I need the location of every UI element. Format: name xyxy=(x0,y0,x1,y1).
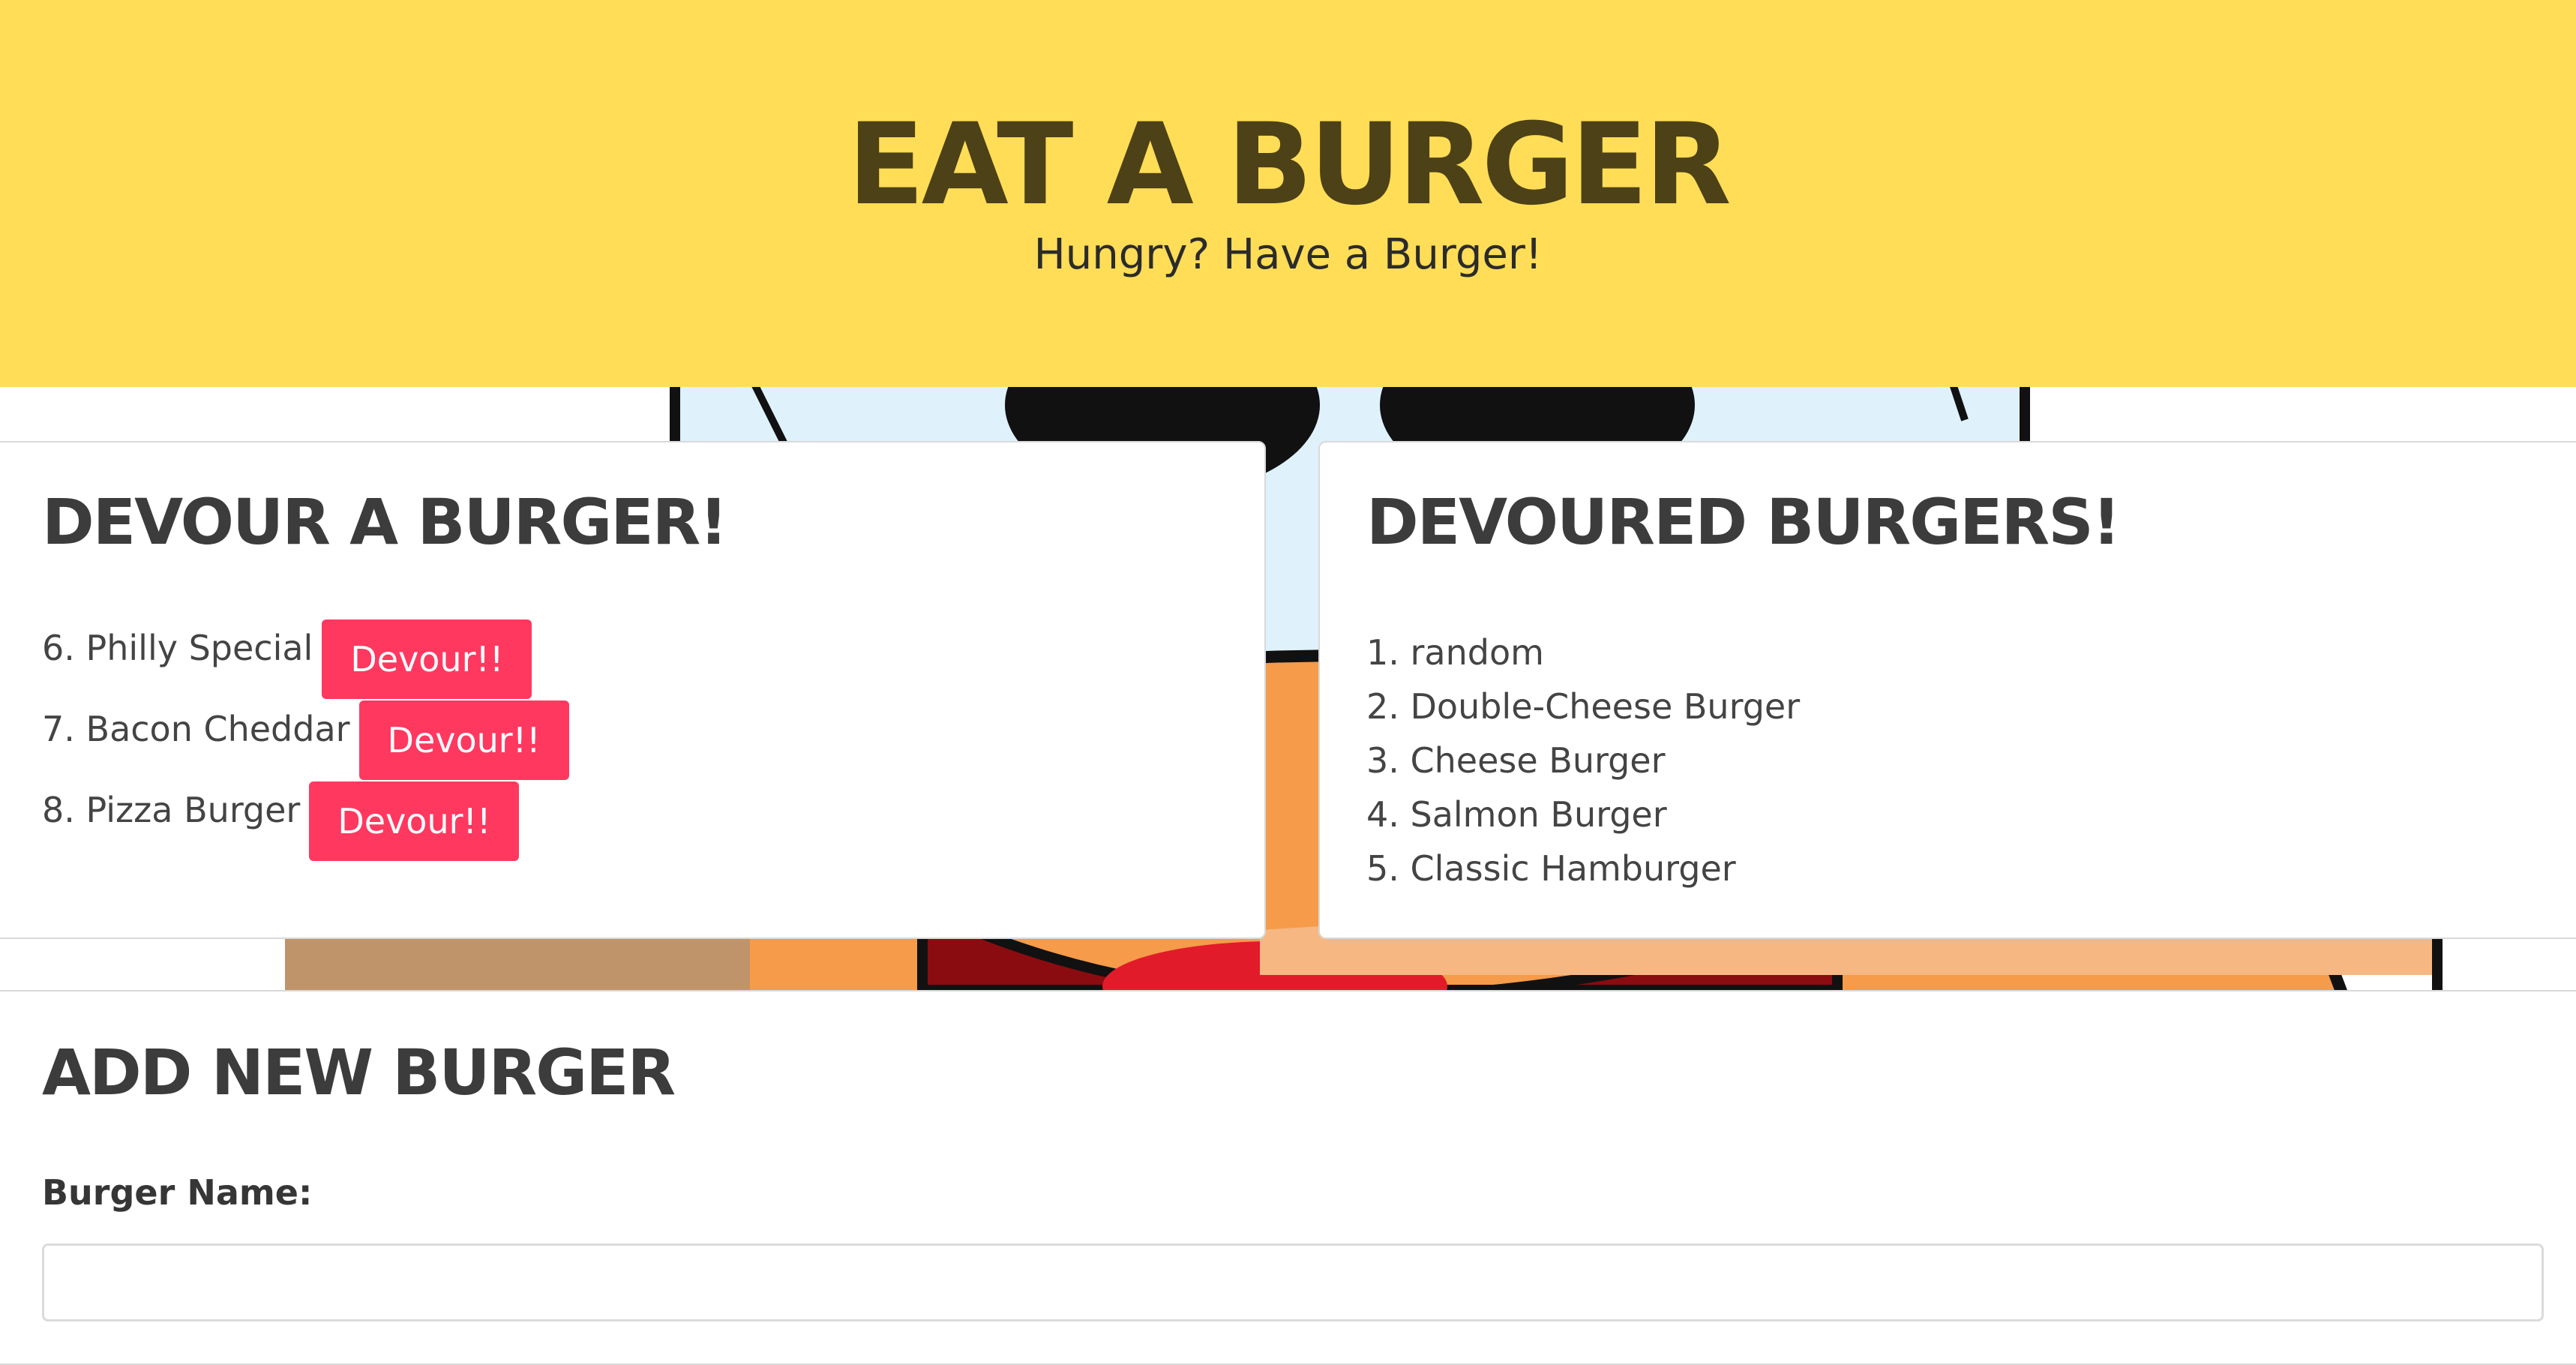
page-subtitle: Hungry? Have a Burger! xyxy=(1033,230,1543,279)
burger-name: 6. Philly Special xyxy=(42,628,313,668)
devoured-list-item: 2. Double-Cheese Burger xyxy=(1366,686,1801,727)
devour-list-item: 6. Philly Special Devour!! xyxy=(42,620,569,700)
devoured-list-item: 5. Classic Hamburger xyxy=(1366,848,1736,889)
burger-name: 8. Pizza Burger xyxy=(42,790,301,830)
devoured-card: DEVOURED BURGERS! 1. random 2. Double-Ch… xyxy=(1318,441,2576,939)
devour-list-item: 7. Bacon Cheddar Devour!! xyxy=(42,700,569,782)
devoured-list-item: 4. Salmon Burger xyxy=(1366,794,1667,835)
page-title: EAT A BURGER xyxy=(847,100,1732,230)
devour-card-title: DEVOUR A BURGER! xyxy=(42,485,728,559)
devour-card: DEVOUR A BURGER! 6. Philly Special Devou… xyxy=(0,441,1266,939)
devoured-list-item: 1. random xyxy=(1366,632,1544,673)
burger-name-label: Burger Name: xyxy=(42,1172,313,1213)
add-burger-card: ADD NEW BURGER Burger Name: xyxy=(0,990,2576,1365)
devour-button[interactable]: Devour!! xyxy=(309,782,520,861)
devour-button[interactable]: Devour!! xyxy=(322,620,532,699)
burger-name-input[interactable] xyxy=(42,1244,2544,1322)
devour-list: 6. Philly Special Devour!! 7. Bacon Ched… xyxy=(42,620,569,862)
burger-name: 7. Bacon Cheddar xyxy=(42,709,350,749)
devoured-card-title: DEVOURED BURGERS! xyxy=(1366,485,2121,559)
add-burger-title: ADD NEW BURGER xyxy=(42,1036,676,1109)
devour-button[interactable]: Devour!! xyxy=(358,700,569,780)
devoured-list-item: 3. Cheese Burger xyxy=(1366,740,1666,781)
header-banner: EAT A BURGER Hungry? Have a Burger! xyxy=(0,0,2576,387)
devoured-list: 1. random 2. Double-Cheese Burger 3. Che… xyxy=(1366,626,1800,896)
devour-list-item: 8. Pizza Burger Devour!! xyxy=(42,782,569,862)
